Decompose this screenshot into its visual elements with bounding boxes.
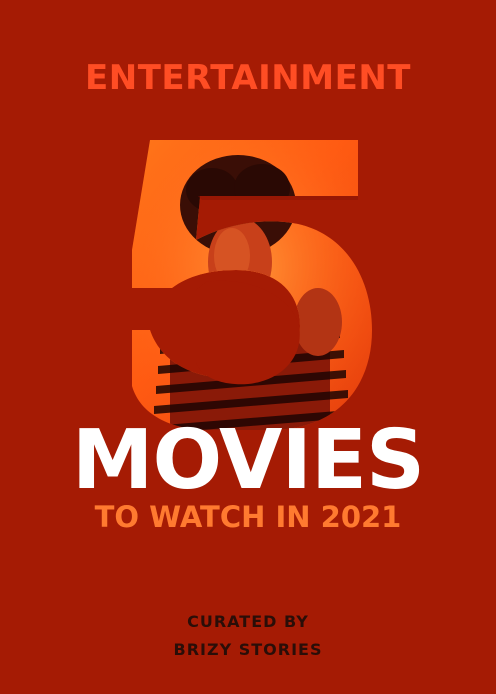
credits: CURATED BY BRIZY STORIES bbox=[0, 608, 496, 664]
main-title: MOVIES bbox=[71, 413, 425, 508]
poster: ENTERTAINMENT MOVIES TO WATCH IN 2021 CU… bbox=[0, 0, 496, 694]
credit-line-1: CURATED BY bbox=[187, 612, 309, 631]
subtitle: TO WATCH IN 2021 bbox=[94, 500, 402, 534]
number-five-photo-art bbox=[132, 140, 372, 430]
credit-line-2: BRIZY STORIES bbox=[173, 640, 323, 659]
